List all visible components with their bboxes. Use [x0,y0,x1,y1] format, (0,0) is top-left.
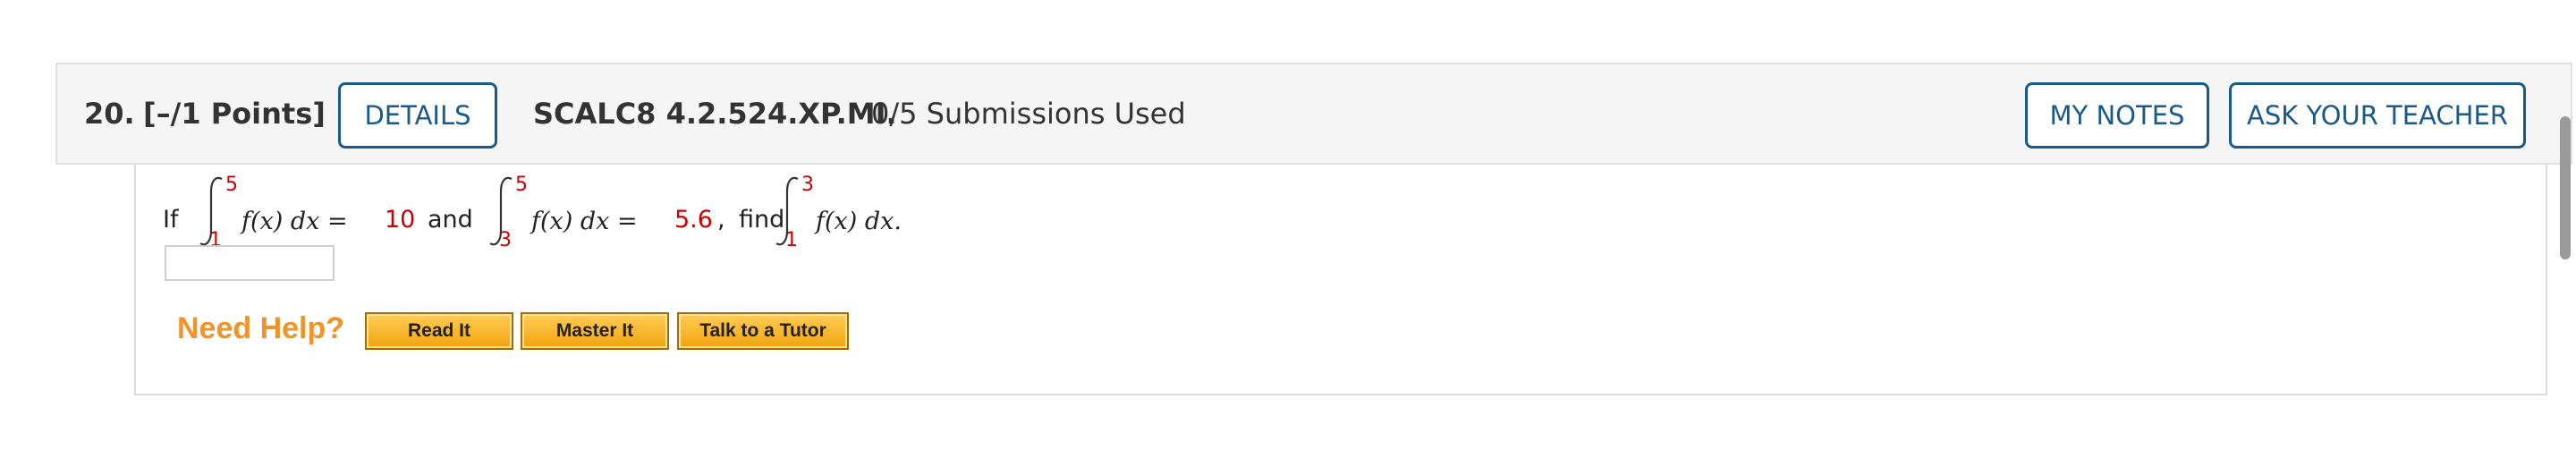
question-number: 20. [84,97,135,131]
need-help-label: Need Help? [177,311,345,345]
master-it-button[interactable]: Master It [521,312,669,350]
answer-input[interactable] [165,245,335,281]
page: 20. [–/1 Points] DETAILS SCALC8 4.2.524.… [0,0,2576,459]
integral3-lower: 1 [785,229,798,251]
integral2-value: 5.6 [674,206,713,234]
integral1-value: 10 [385,206,416,234]
scrollbar-thumb[interactable] [2560,116,2571,259]
integral3-integrand: f(x) dx. [816,208,902,235]
integral1-integrand: f(x) dx = [242,208,348,235]
word-if: If [163,206,179,234]
word-and: and [428,206,473,234]
my-notes-button[interactable]: MY NOTES [2025,82,2209,149]
question-body: If 5 1 f(x) dx = 10 and 5 3 f(x) dx = 5.… [134,165,2547,395]
submissions-used: 0/5 Submissions Used [871,97,1186,131]
question-points: [–/1 Points] [143,97,326,131]
integral3-upper: 3 [801,174,814,196]
question-code: SCALC8 4.2.524.XP.MI. [533,97,897,131]
details-button[interactable]: DETAILS [338,82,497,149]
integral2-integrand: f(x) dx = [531,208,638,235]
ask-your-teacher-button[interactable]: ASK YOUR TEACHER [2229,82,2526,149]
integral2-lower: 3 [499,229,512,251]
integral1-upper: 5 [225,174,238,196]
question-header: 20. [–/1 Points] DETAILS SCALC8 4.2.524.… [55,63,2572,165]
integral2-upper: 5 [515,174,528,196]
talk-to-a-tutor-button[interactable]: Talk to a Tutor [677,312,849,350]
read-it-button[interactable]: Read It [365,312,513,350]
integral2-trailing-comma: , [717,206,725,234]
